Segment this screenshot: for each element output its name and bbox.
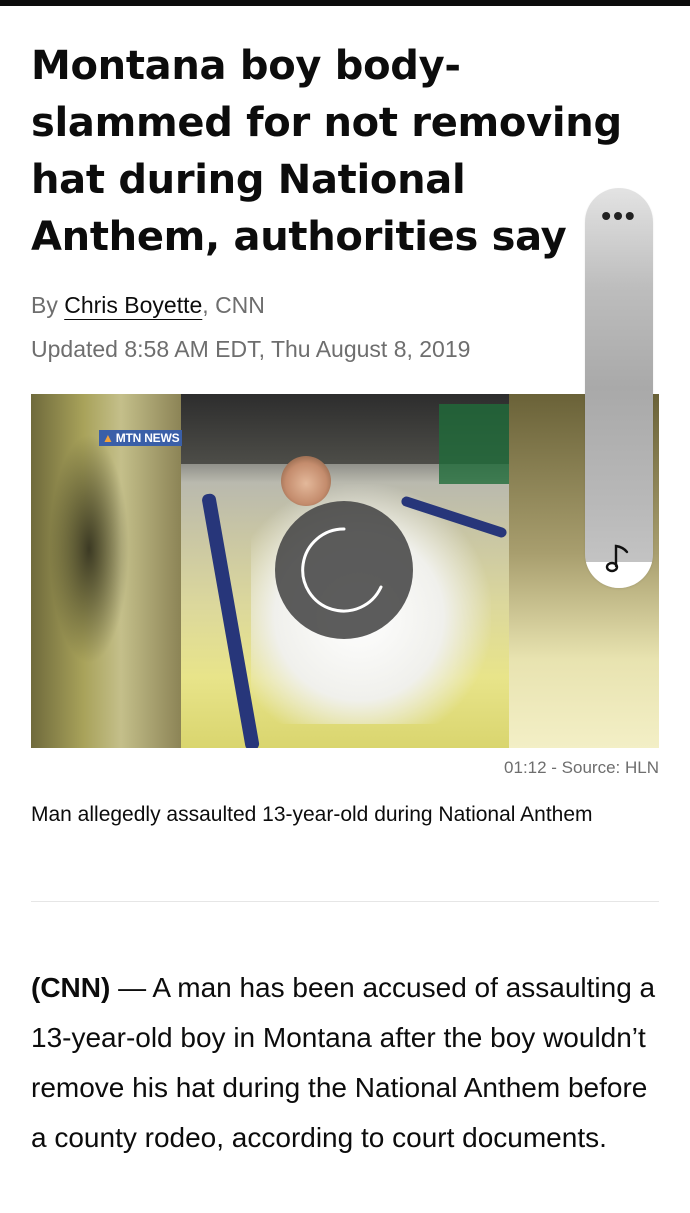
badge-label: MTN NEWS [115,431,180,445]
byline-suffix: , CNN [202,292,265,318]
floating-scroll-handle[interactable]: ••• [585,188,653,588]
dateline: (CNN) [31,972,111,1003]
music-note-icon[interactable] [605,540,633,574]
video-player[interactable]: ▲ MTN NEWS [31,394,659,748]
loading-spinner[interactable] [275,501,413,639]
byline: By Chris Boyette, CNN [31,290,661,320]
news-channel-badge: ▲ MTN NEWS [99,430,183,446]
updated-timestamp: Updated 8:58 AM EDT, Thu August 8, 2019 [31,336,471,362]
byline-prefix: By [31,292,65,318]
spinner-icon [301,527,383,613]
video-caption: Man allegedly assaulted 13-year-old duri… [31,803,593,826]
dateline-dash: — [110,972,153,1003]
top-status-bar [0,0,690,6]
author-link[interactable]: Chris Boyette [64,292,202,318]
video-duration-source: 01:12 - Source: HLN [504,758,659,777]
more-options-icon[interactable]: ••• [585,202,653,230]
article-body: (CNN) — A man has been accused of assaul… [31,963,659,1163]
article-header: Montana boy body-slammed for not removin… [31,38,661,364]
divider [31,901,659,902]
article-headline: Montana boy body-slammed for not removin… [31,43,622,260]
video-blur-left [31,394,181,748]
